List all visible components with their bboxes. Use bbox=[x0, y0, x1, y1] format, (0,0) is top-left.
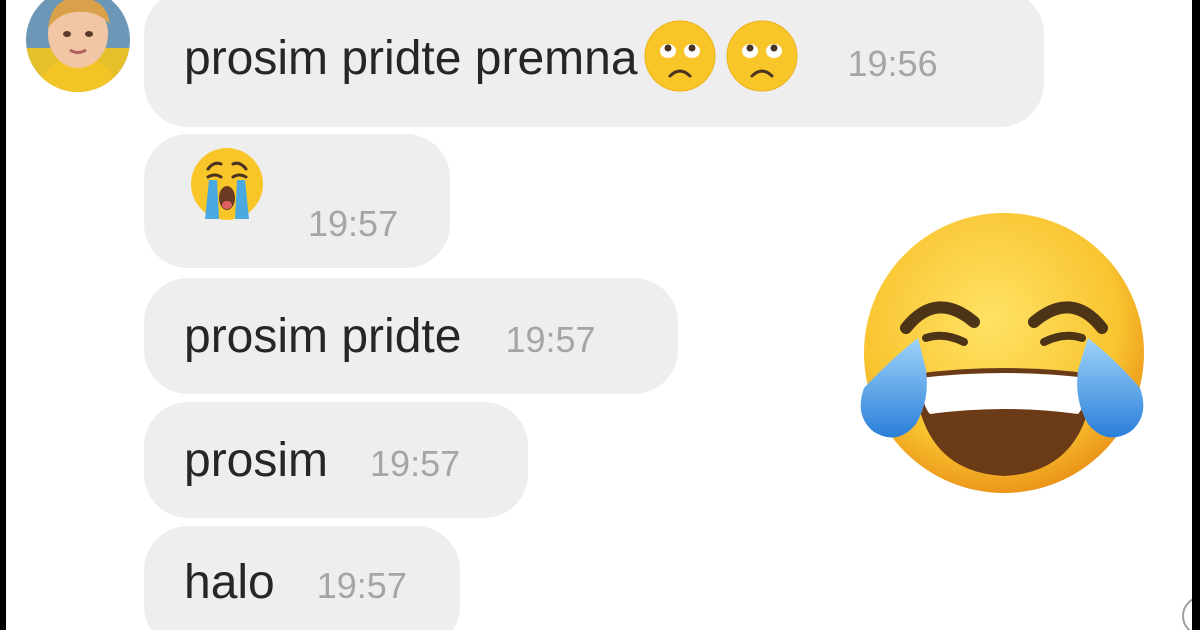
message-bubble[interactable]: prosim 19:57 bbox=[144, 402, 528, 518]
message-text: prosim pridte premna bbox=[184, 32, 638, 85]
message-text: prosim pridte bbox=[184, 309, 462, 363]
chat-screen: prosim pridte premna 19:56 19:57 prosim … bbox=[6, 0, 1192, 630]
crying-face-icon bbox=[190, 147, 264, 226]
message-text: halo bbox=[184, 555, 275, 609]
message-timestamp: 19:57 bbox=[505, 319, 596, 360]
message-timestamp: 19:56 bbox=[847, 42, 938, 84]
sad-face-icon bbox=[644, 20, 716, 97]
message-bubble[interactable]: 19:57 bbox=[144, 134, 450, 268]
message-timestamp: 19:57 bbox=[308, 203, 399, 244]
tears-of-joy-emoji-icon bbox=[856, 210, 1146, 500]
sad-face-icon bbox=[726, 20, 798, 97]
message-bubble[interactable]: prosim pridte 19:57 bbox=[144, 278, 678, 394]
contact-avatar[interactable] bbox=[26, 0, 130, 92]
message-text: prosim bbox=[184, 433, 329, 487]
message-timestamp: 19:57 bbox=[370, 443, 461, 484]
message-timestamp: 19:57 bbox=[316, 565, 407, 606]
message-bubble[interactable]: prosim pridte premna 19:56 bbox=[144, 0, 1044, 127]
scroll-to-bottom-button[interactable] bbox=[1182, 596, 1192, 630]
message-bubble[interactable]: halo 19:57 bbox=[144, 526, 460, 630]
